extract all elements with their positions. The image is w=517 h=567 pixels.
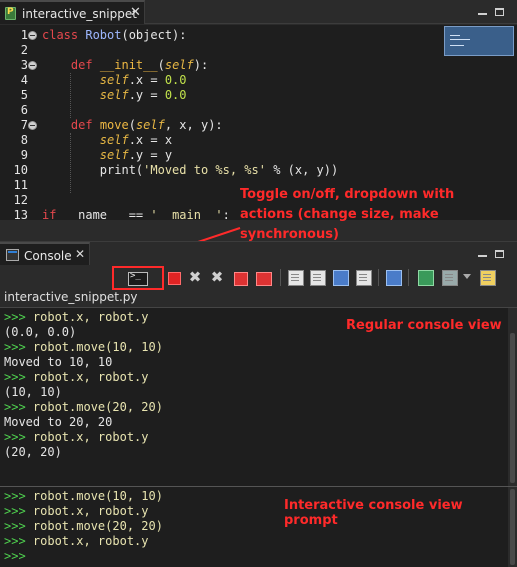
clear-console-icon[interactable] [288, 270, 304, 286]
word-wrap-icon[interactable] [333, 270, 349, 286]
console-output-line: Moved to 10, 10 [4, 355, 113, 369]
console-icon [6, 249, 19, 261]
new-view-icon[interactable] [480, 270, 496, 286]
display-console-icon[interactable] [256, 272, 272, 286]
interactive-console-toggle-button[interactable] [112, 266, 164, 290]
console-command-line: >>> robot.x, robot.y [4, 430, 149, 444]
console-file-label: interactive_snippet.py [4, 290, 138, 304]
console-output-line: Moved to 20, 20 [4, 415, 113, 429]
console-output-line: (20, 20) [4, 445, 62, 459]
interactive-prompt-line: >>> robot.move(20, 20) [4, 519, 163, 533]
open-console-icon[interactable] [418, 270, 434, 286]
interactive-prompt-line: >>> robot.move(10, 10) [4, 489, 163, 503]
terminate-icon[interactable] [168, 272, 181, 285]
console-view-header: Console ✕ [0, 241, 517, 266]
scroll-lock-icon[interactable] [310, 270, 326, 286]
console-output-line: (0.0, 0.0) [4, 325, 77, 339]
remove-launch-icon[interactable]: ✖ [188, 270, 202, 285]
interactive-prompt-line: >>> robot.x, robot.y [4, 504, 149, 518]
console-toolbar: ✖ ✖ [0, 265, 517, 290]
interactive-prompt-line: >>> [4, 549, 26, 563]
console-tab[interactable]: Console ✕ [0, 242, 90, 266]
console-command-line: >>> robot.x, robot.y [4, 370, 149, 384]
interactive-console-icon [128, 271, 148, 286]
console-tab-label: Console [24, 249, 72, 263]
console-scrollbar[interactable] [508, 308, 517, 486]
save-output-icon[interactable] [386, 270, 402, 286]
console-close-icon[interactable]: ✕ [75, 247, 85, 261]
regular-view-annotation: Regular console view [346, 318, 502, 333]
new-console-dropdown-icon[interactable] [463, 274, 471, 279]
console-command-line: >>> robot.move(10, 10) [4, 340, 163, 354]
show-stdout-icon[interactable] [356, 270, 372, 286]
regular-console-output[interactable]: >>> robot.x, robot.y (0.0, 0.0) >>> robot.… [0, 308, 508, 486]
console-maximize-icon[interactable] [495, 249, 505, 259]
interactive-prompt-annotation: Interactive console view prompt [284, 498, 463, 528]
interactive-prompt-line: >>> robot.x, robot.y [4, 534, 149, 548]
console-output-line: (10, 10) [4, 385, 62, 399]
remove-all-launches-icon[interactable]: ✖ [210, 270, 224, 285]
console-minimize-icon[interactable] [478, 249, 488, 259]
console-command-line: >>> robot.move(20, 20) [4, 400, 163, 414]
pin-console-icon[interactable] [234, 272, 248, 286]
new-console-icon[interactable] [442, 270, 458, 286]
console-command-line: >>> robot.x, robot.y [4, 310, 149, 324]
